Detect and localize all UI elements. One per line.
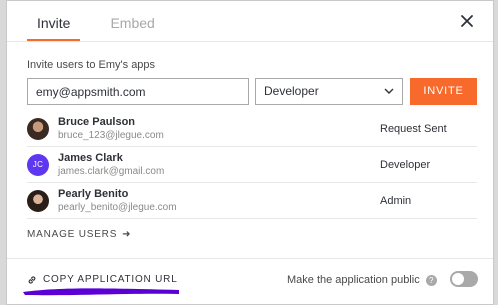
header-divider [7,41,493,42]
list-item: Bruce Paulson bruce_123@jlegue.com Reque… [27,111,477,147]
invite-button[interactable]: INVITE [410,78,477,105]
role-select[interactable]: Developer [255,78,403,105]
list-item: JC James Clark james.clark@gmail.com Dev… [27,147,477,183]
footer-divider [7,258,493,259]
tab-bar: Invite Embed [27,1,165,41]
link-icon [28,275,36,284]
help-icon[interactable]: ? [425,274,437,286]
user-list: Bruce Paulson bruce_123@jlegue.com Reque… [27,111,477,219]
user-info: Pearly Benito pearly_benito@jlegue.com [58,187,177,214]
user-email: bruce_123@jlegue.com [58,130,164,141]
make-public-text: Make the application public [287,274,420,286]
manage-users-link[interactable]: MANAGE USERS ➜ [27,229,131,240]
user-name: Bruce Paulson [58,116,136,128]
role-select-value: Developer [264,84,319,98]
user-email: james.clark@gmail.com [58,166,165,177]
tab-invite[interactable]: Invite [27,1,81,41]
share-modal: Invite Embed Invite users to Emy's apps … [6,0,494,305]
list-item: Pearly Benito pearly_benito@jlegue.com A… [27,183,477,219]
invite-label: Invite users to Emy's apps [27,59,156,71]
arrow-right-icon: ➜ [122,229,132,240]
make-public-label: Make the application public ? [287,274,437,286]
user-name: James Clark [58,152,123,164]
chevron-down-icon [384,88,394,94]
close-icon[interactable] [459,13,475,29]
user-role[interactable]: Request Sent [380,123,447,135]
email-field[interactable] [27,78,249,105]
user-role[interactable]: Admin [380,195,411,207]
manage-users-label: MANAGE USERS [27,229,118,240]
toggle-knob [452,273,464,285]
avatar: JC [27,153,49,176]
user-role[interactable]: Developer [380,159,430,171]
user-email: pearly_benito@jlegue.com [58,202,177,213]
tab-embed[interactable]: Embed [100,1,164,41]
user-info: Bruce Paulson bruce_123@jlegue.com [58,115,164,142]
user-info: James Clark james.clark@gmail.com [58,151,164,178]
redaction-mark [23,288,179,296]
user-name: Pearly Benito [58,188,129,200]
avatar [27,117,49,140]
make-public-toggle[interactable] [450,271,478,287]
avatar [27,189,49,212]
